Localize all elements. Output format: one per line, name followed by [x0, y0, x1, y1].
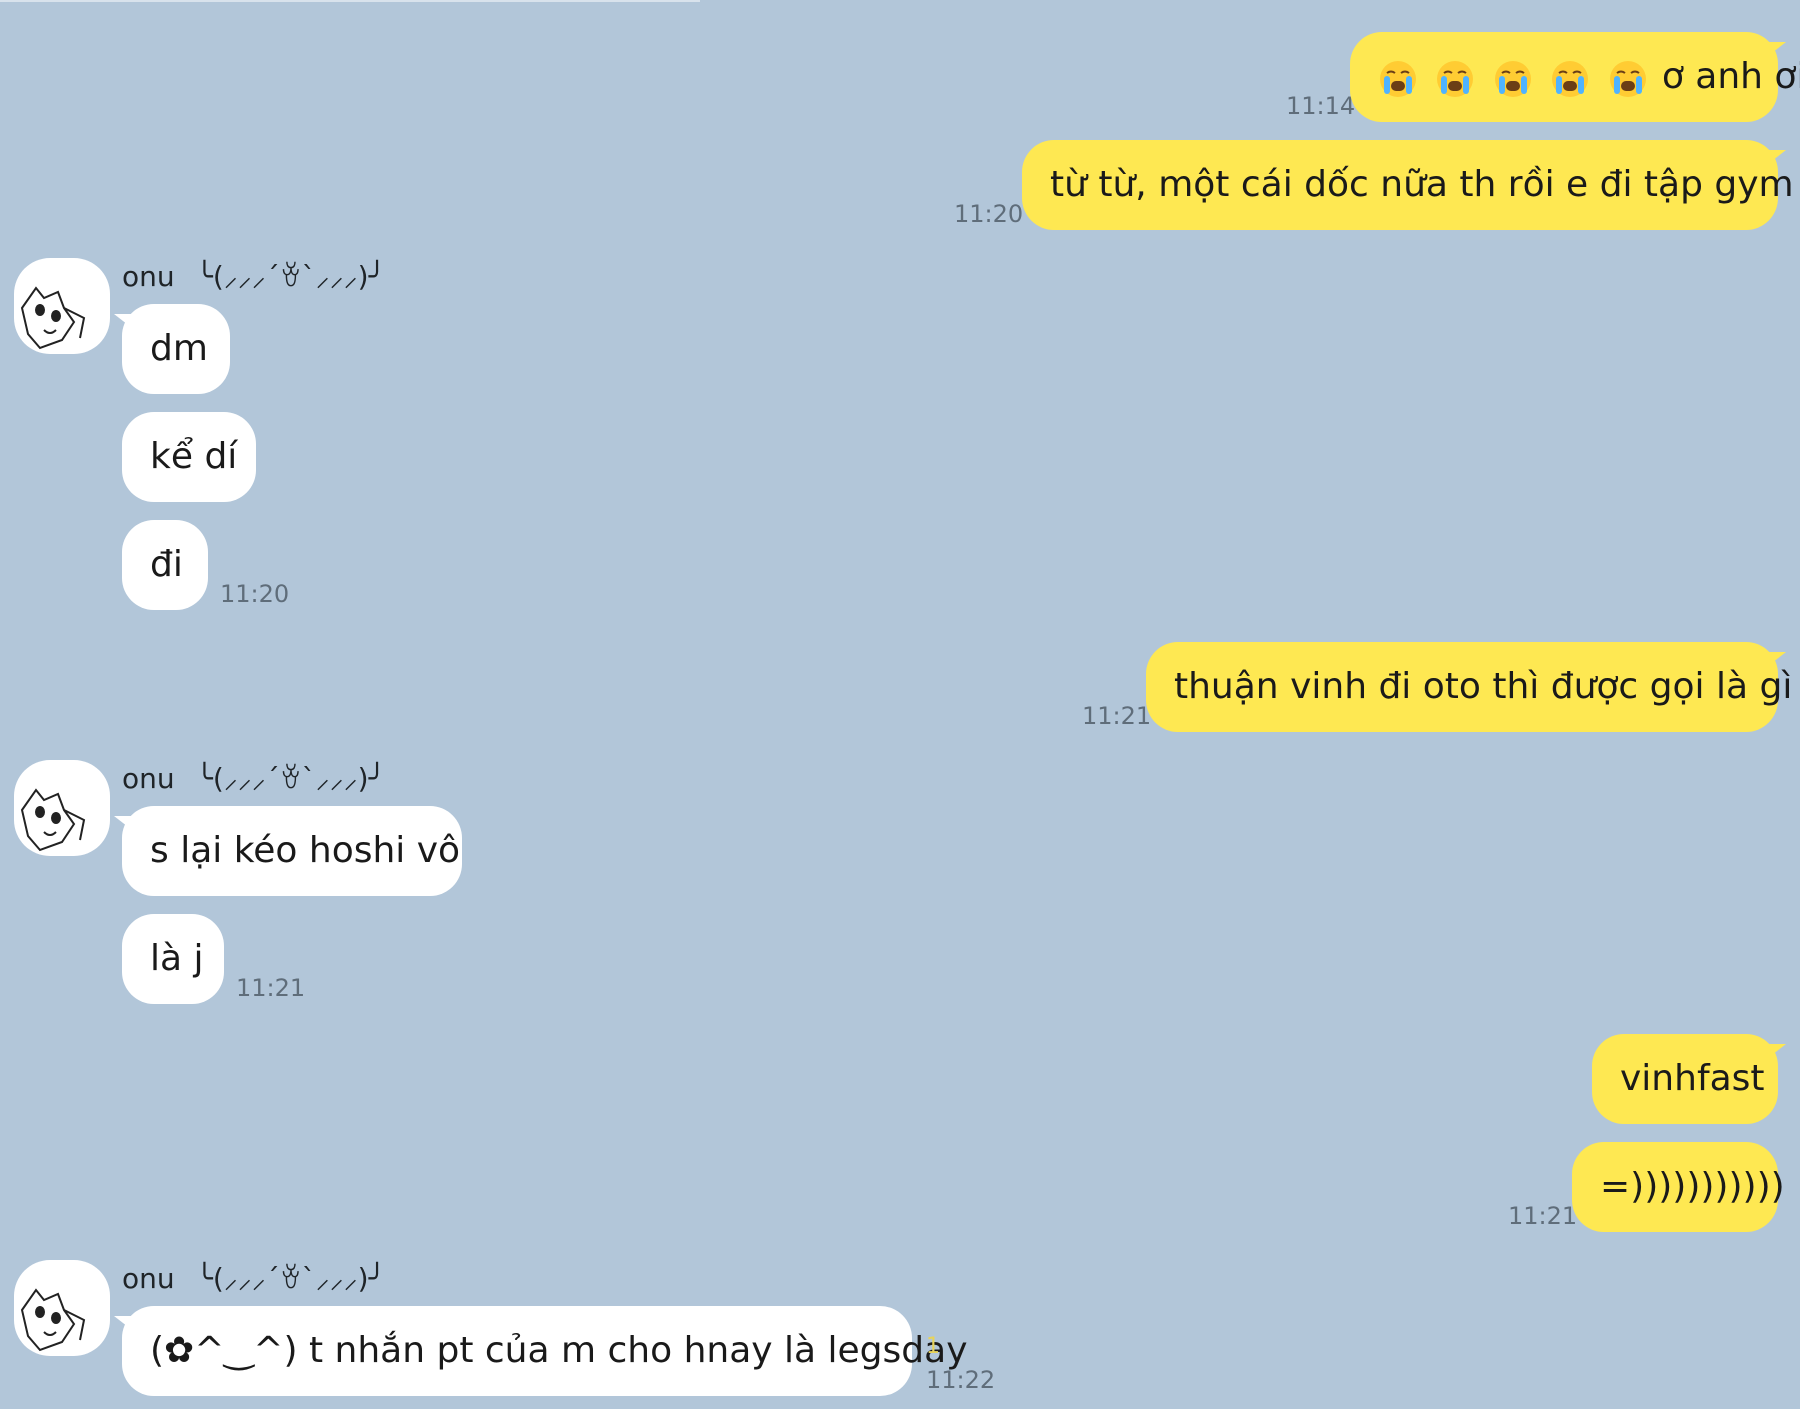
sender-name: onu: [122, 762, 175, 795]
message-time: 11:22: [926, 1366, 996, 1394]
contact-avatar[interactable]: [14, 1260, 110, 1356]
cat-sketch-avatar-icon: [20, 788, 86, 852]
loudly-crying-face-icon: [1609, 61, 1646, 97]
message-time: 11:21: [1508, 1202, 1578, 1230]
contact-avatar[interactable]: [14, 760, 110, 856]
incoming-message[interactable]: (✿^‿^) t nhắn pt của m cho hnay là legsd…: [114, 1306, 968, 1396]
unread-count: 1: [926, 1334, 940, 1359]
message-time: 11:21: [1082, 702, 1152, 730]
chat-thread[interactable]: 11:14 ơ anh ơi 11:20 từ từ, một cái dốc …: [0, 0, 1800, 1409]
sender-name: onu: [122, 260, 175, 293]
contact-avatar[interactable]: [14, 258, 110, 354]
message-text: (✿^‿^) t nhắn pt của m cho hnay là legsd…: [150, 1330, 968, 1371]
outgoing-message[interactable]: từ từ, một cái dốc nữa th rồi e đi tập g…: [1022, 140, 1794, 230]
message-time: 11:20: [220, 580, 290, 608]
sender-kaomoji: ╰(⸝⸝⸝´ꈊ`⸝⸝⸝)╯: [196, 260, 386, 293]
message-text: đi: [150, 544, 183, 585]
message-text: từ từ, một cái dốc nữa th rồi e đi tập g…: [1050, 164, 1794, 205]
message-text: vinhfast: [1620, 1058, 1765, 1099]
incoming-message[interactable]: là j: [122, 914, 224, 1004]
message-text: kể dí: [150, 436, 238, 477]
cat-sketch-avatar-icon: [20, 1288, 86, 1352]
sender-name: onu: [122, 1262, 175, 1295]
incoming-message[interactable]: s lại kéo hoshi vô: [114, 806, 462, 896]
outgoing-message[interactable]: vinhfast: [1592, 1034, 1786, 1124]
incoming-message[interactable]: dm: [114, 304, 230, 394]
message-text: ơ anh ơi: [1661, 56, 1800, 97]
outgoing-message[interactable]: ơ anh ơi: [1350, 32, 1800, 123]
message-text: là j: [150, 938, 204, 979]
incoming-message[interactable]: đi: [122, 520, 208, 610]
cat-sketch-avatar-icon: [20, 286, 86, 350]
loudly-crying-face-icon: [1552, 61, 1589, 97]
message-time: 11:21: [236, 974, 306, 1002]
message-time: 11:14: [1286, 92, 1356, 120]
loudly-crying-face-icon: [1437, 61, 1474, 97]
sender-kaomoji: ╰(⸝⸝⸝´ꈊ`⸝⸝⸝)╯: [196, 762, 386, 795]
loudly-crying-face-icon: [1380, 61, 1416, 97]
message-text: s lại kéo hoshi vô: [150, 830, 461, 871]
outgoing-message[interactable]: =))))))))))): [1572, 1142, 1785, 1232]
outgoing-message[interactable]: thuận vinh đi oto thì được gọi là gì: [1146, 642, 1792, 732]
message-text: thuận vinh đi oto thì được gọi là gì: [1174, 666, 1793, 707]
message-text: =))))))))))): [1600, 1166, 1785, 1207]
loudly-crying-face-icon: [1494, 61, 1531, 97]
crying-emoji-row: [1378, 33, 1648, 123]
sender-kaomoji: ╰(⸝⸝⸝´ꈊ`⸝⸝⸝)╯: [196, 1262, 386, 1295]
incoming-message[interactable]: kể dí: [122, 412, 256, 502]
message-time: 11:20: [954, 200, 1024, 228]
message-text: dm: [150, 328, 208, 369]
